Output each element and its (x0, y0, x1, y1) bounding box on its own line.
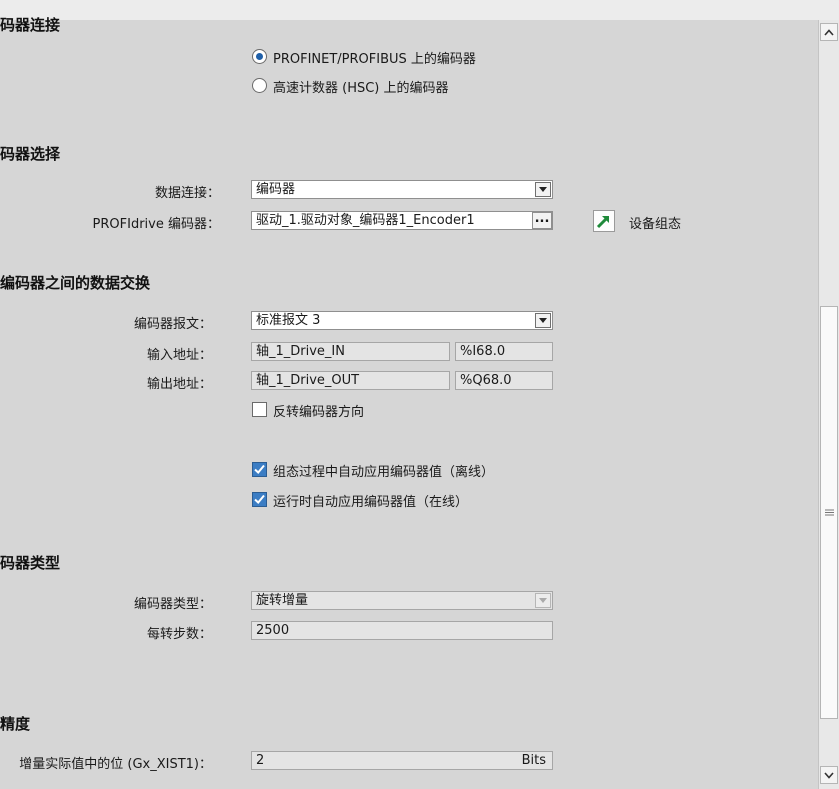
encoder-type-dropdown-button[interactable] (535, 593, 551, 608)
auto-apply-online-label[interactable]: 运行时自动应用编码器值（在线） (273, 491, 468, 510)
section-heading-exchange: 编码器之间的数据交换 (0, 274, 151, 292)
telegram-select[interactable]: 标准报文 3 (251, 311, 553, 330)
bits-field[interactable]: 2 Bits (251, 751, 553, 770)
profidrive-encoder-field[interactable]: 驱动_1.驱动对象_编码器1_Encoder1 (251, 211, 553, 230)
input-address-field: %I68.0 (455, 342, 553, 361)
output-address-value: %Q68.0 (460, 373, 512, 388)
output-tag-value: 轴_1_Drive_OUT (256, 373, 360, 388)
data-link-dropdown-button[interactable] (535, 182, 551, 197)
scroll-up-button[interactable] (820, 23, 838, 41)
radio-profinet[interactable] (252, 49, 267, 64)
profidrive-label: PROFIdrive 编码器： (92, 217, 220, 232)
input-address-value: %I68.0 (460, 344, 506, 359)
dropdown-arrow-icon (539, 187, 547, 192)
device-config-label[interactable]: 设备组态 (629, 213, 681, 232)
dropdown-arrow-icon (539, 598, 547, 603)
chevron-down-icon (824, 771, 834, 779)
auto-apply-online-checkbox[interactable] (252, 492, 267, 507)
telegram-value: 标准报文 3 (256, 313, 321, 328)
dropdown-arrow-icon (539, 318, 547, 323)
properties-panel: 码器连接 PROFINET/PROFIBUS 上的编码器 高速计数器 (HSC)… (0, 16, 818, 789)
checkmark-icon (254, 494, 265, 504)
section-heading-encoder-type: 码器类型 (0, 554, 61, 572)
arrow-up-right-icon (596, 215, 610, 229)
radio-profinet-label[interactable]: PROFINET/PROFIBUS 上的编码器 (273, 48, 476, 67)
browse-button[interactable]: ... (532, 212, 552, 229)
grip-icon (824, 509, 834, 516)
output-address-label: 输出地址： (146, 377, 212, 392)
invert-direction-label[interactable]: 反转编码器方向 (273, 401, 364, 420)
bits-label: 增量实际值中的位 (Gx_XIST1)： (19, 757, 212, 772)
invert-direction-checkbox[interactable] (252, 402, 267, 417)
top-bar (0, 0, 839, 20)
vertical-scrollbar[interactable] (818, 20, 839, 789)
radio-hsc-label[interactable]: 高速计数器 (HSC) 上的编码器 (273, 77, 449, 96)
device-config-button[interactable] (593, 210, 615, 232)
input-tag-value: 轴_1_Drive_IN (256, 344, 345, 359)
encoder-type-label: 编码器类型： (133, 597, 212, 612)
section-heading-connection: 码器连接 (0, 16, 61, 34)
telegram-dropdown-button[interactable] (535, 313, 551, 328)
auto-apply-offline-checkbox[interactable] (252, 462, 267, 477)
steps-per-rev-value: 2500 (256, 623, 290, 638)
chevron-up-icon (824, 28, 834, 36)
profidrive-encoder-value: 驱动_1.驱动对象_编码器1_Encoder1 (256, 213, 475, 228)
data-link-select[interactable]: 编码器 (251, 180, 553, 199)
steps-per-rev-label: 每转步数： (146, 627, 212, 642)
encoder-type-select[interactable]: 旋转增量 (251, 591, 553, 610)
section-heading-precision: 精度 (0, 715, 31, 733)
input-address-label: 输入地址： (146, 348, 212, 363)
data-link-value: 编码器 (256, 182, 296, 197)
output-tag-field: 轴_1_Drive_OUT (251, 371, 450, 390)
encoder-type-value: 旋转增量 (256, 593, 309, 608)
bits-unit: Bits (521, 753, 546, 768)
scroll-down-button[interactable] (820, 766, 838, 784)
steps-per-rev-field[interactable]: 2500 (251, 621, 553, 640)
telegram-label: 编码器报文： (133, 317, 212, 332)
output-address-field: %Q68.0 (455, 371, 553, 390)
scroll-thumb[interactable] (820, 306, 838, 719)
auto-apply-offline-label[interactable]: 组态过程中自动应用编码器值（离线） (273, 461, 494, 480)
radio-hsc[interactable] (252, 78, 267, 93)
section-heading-selection: 码器选择 (0, 145, 61, 163)
input-tag-field: 轴_1_Drive_IN (251, 342, 450, 361)
bits-value: 2 (256, 753, 265, 768)
checkmark-icon (254, 464, 265, 474)
data-link-label: 数据连接： (154, 186, 220, 201)
